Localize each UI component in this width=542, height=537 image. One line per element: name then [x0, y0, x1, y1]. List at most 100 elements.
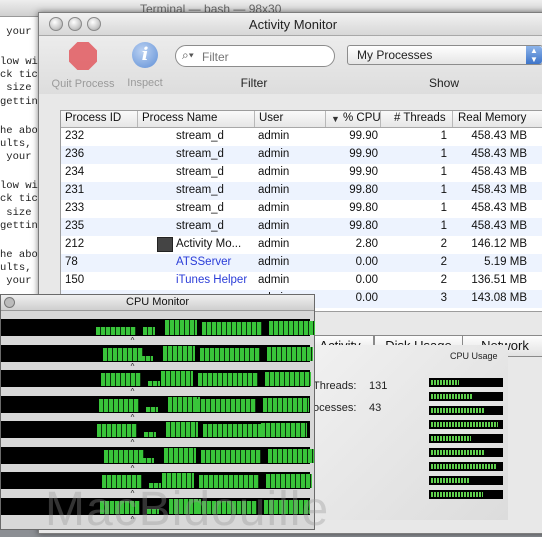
cell-pid: 234	[65, 166, 85, 178]
cpu-usage-bar	[429, 448, 503, 457]
cell-pid: 231	[65, 184, 85, 196]
cell-memory: 458.43 MB	[471, 148, 527, 160]
cell-process-name: stream_d	[176, 130, 224, 142]
table-row[interactable]: 232 stream_d admin 99.90 1 458.43 MB	[61, 128, 542, 146]
cell-user: admin	[258, 166, 290, 178]
cell-cpu: 99.80	[349, 202, 378, 214]
cell-memory: 458.43 MB	[471, 220, 527, 232]
table-row[interactable]: 78 ATSServer admin 0.00 2 5.19 MB	[61, 254, 542, 272]
sort-descending-icon: ▼	[331, 114, 340, 124]
cell-user: admin	[258, 220, 290, 232]
cell-memory: 458.43 MB	[471, 184, 527, 196]
cell-threads: 1	[440, 220, 447, 232]
cell-memory: 458.43 MB	[471, 130, 527, 142]
cell-user: admin	[258, 184, 290, 196]
cell-pid: 233	[65, 202, 85, 214]
column-header-threads[interactable]: # Threads	[394, 112, 446, 127]
inspect-label: Inspect	[127, 77, 163, 89]
cell-user: admin	[258, 148, 290, 160]
watermark-logo: MacBidouille	[45, 483, 330, 536]
cell-process-name: iTunes Helper	[176, 274, 248, 286]
cpu-core-graph	[1, 421, 310, 438]
processes-value: 43	[369, 402, 382, 414]
cell-user: admin	[258, 238, 290, 250]
cell-memory: 143.08 MB	[471, 292, 527, 304]
cell-cpu: 0.00	[355, 256, 378, 268]
cpu-usage-bar	[429, 490, 503, 499]
activity-monitor-app-icon	[157, 237, 173, 252]
cell-process-name: ATSServer	[176, 256, 232, 268]
cell-cpu: 0.00	[355, 292, 378, 304]
cell-threads: 2	[440, 256, 447, 268]
table-row[interactable]: 233 stream_d admin 99.80 1 458.43 MB	[61, 200, 542, 218]
cell-threads: 1	[440, 184, 447, 196]
show-label: Show	[428, 76, 460, 90]
column-header-memory[interactable]: Real Memory	[458, 112, 526, 127]
cpu-usage-bar	[429, 462, 503, 471]
cell-memory: 5.19 MB	[484, 256, 527, 268]
cell-memory: 136.51 MB	[471, 274, 527, 286]
search-icon: ⌕▾	[182, 48, 194, 62]
show-select[interactable]: My Processes ▲ ▼	[347, 45, 542, 65]
cell-threads: 1	[440, 130, 447, 142]
cpu-usage-bar	[429, 406, 503, 415]
processes-label: ocesses:	[313, 402, 357, 414]
cell-pid: 236	[65, 148, 85, 160]
filter-input[interactable]	[200, 48, 329, 65]
filter-field[interactable]: ⌕▾	[175, 45, 335, 67]
cell-threads: 1	[440, 202, 447, 214]
cpu-core-graph	[1, 446, 314, 464]
cell-cpu: 99.90	[349, 148, 378, 160]
cpu-usage-bar	[429, 378, 503, 387]
cell-threads: 2	[440, 274, 447, 286]
cell-threads: 2	[440, 238, 447, 250]
cpu-core-graph	[1, 344, 313, 362]
table-row[interactable]: 234 stream_d admin 99.90 1 458.43 MB	[61, 164, 542, 182]
cpu-usage-bar	[429, 420, 503, 429]
table-row[interactable]: 212 Activity Mo... admin 2.80 2 146.12 MB	[61, 236, 542, 254]
table-row[interactable]: 231 stream_d admin 99.80 1 458.43 MB	[61, 182, 542, 200]
inspect-button[interactable]: i Inspect	[123, 42, 167, 89]
cpu-core-graph	[1, 370, 311, 387]
cell-process-name: stream_d	[176, 220, 224, 232]
column-header-pid[interactable]: Process ID	[65, 112, 121, 127]
cell-user: admin	[258, 130, 290, 142]
table-header: Process ID Process Name User ▼ % CPU # T…	[61, 111, 542, 128]
column-header-cpu[interactable]: % CPU	[343, 112, 381, 127]
cpu-core-graph	[1, 319, 315, 336]
cell-user: admin	[258, 256, 290, 268]
updown-arrows-icon: ▲ ▼	[526, 46, 542, 64]
cell-cpu: 2.80	[355, 238, 378, 250]
cell-process-name: stream_d	[176, 148, 224, 160]
activity-monitor-titlebar[interactable]: Activity Monitor	[39, 13, 542, 36]
cell-threads: 1	[440, 148, 447, 160]
cell-cpu: 99.90	[349, 130, 378, 142]
column-header-name[interactable]: Process Name	[142, 112, 217, 127]
cell-user: admin	[258, 202, 290, 214]
table-row[interactable]: 235 stream_d admin 99.80 1 458.43 MB	[61, 218, 542, 236]
column-header-user[interactable]: User	[259, 112, 283, 127]
quit-process-button[interactable]: Quit Process	[47, 42, 119, 90]
cpu-usage-bar	[429, 476, 503, 485]
terminal-line: low wi	[0, 180, 38, 192]
stop-sign-icon	[69, 42, 97, 70]
cpu-usage-bar	[429, 392, 503, 401]
table-row[interactable]: 150 iTunes Helper admin 0.00 2 136.51 MB	[61, 272, 542, 290]
cpu-monitor-titlebar[interactable]: CPU Monitor	[1, 295, 314, 311]
cell-memory: 458.43 MB	[471, 166, 527, 178]
threads-value: 131	[369, 380, 388, 392]
cell-cpu: 99.90	[349, 166, 378, 178]
cell-cpu: 99.80	[349, 184, 378, 196]
table-row[interactable]: 236 stream_d admin 99.90 1 458.43 MB	[61, 146, 542, 164]
cpu-usage-label: CPU Usage	[450, 351, 498, 361]
cpu-core-graph	[1, 395, 310, 413]
cell-user: admin	[258, 274, 290, 286]
cell-pid: 212	[65, 238, 85, 250]
cell-memory: 146.12 MB	[471, 238, 527, 250]
cell-process-name: stream_d	[176, 166, 224, 178]
show-select-value: My Processes	[357, 48, 433, 62]
window-title: Activity Monitor	[248, 17, 338, 32]
cell-threads: 3	[440, 292, 447, 304]
cpu-usage-bar	[429, 434, 503, 443]
cell-process-name: Activity Mo...	[176, 238, 242, 250]
